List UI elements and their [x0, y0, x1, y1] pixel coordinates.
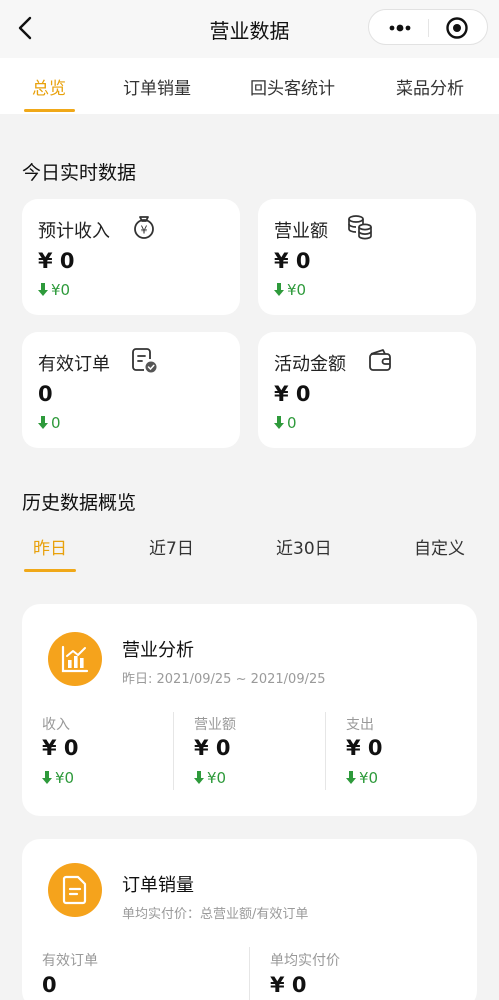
down-arrow-icon	[194, 771, 204, 784]
metric-label: 营业额	[194, 717, 236, 733]
capsule-divider	[428, 19, 429, 37]
card-label: 预计收入	[38, 221, 110, 242]
promotion-amount-card[interactable]: 活动金额 ¥ 0 0	[258, 332, 476, 448]
card-delta: 0	[38, 414, 61, 432]
history-section-title: 历史数据概览	[22, 492, 137, 514]
card-value: ¥ 0	[274, 249, 311, 273]
metric-label: 有效订单	[42, 953, 98, 969]
svg-text:¥: ¥	[141, 224, 148, 237]
turnover-card[interactable]: 营业额 ¥ 0 ¥0	[258, 199, 476, 315]
down-arrow-icon	[42, 771, 52, 784]
metric-delta: ¥0	[42, 769, 74, 787]
tab-yesterday[interactable]: 昨日	[33, 534, 67, 559]
down-arrow-icon	[274, 283, 284, 296]
realtime-section-title: 今日实时数据	[22, 162, 137, 184]
card-label: 营业额	[274, 221, 328, 242]
estimated-income-card[interactable]: 预计收入 ¥ ¥ 0 ¥0	[22, 199, 240, 315]
metric-value: 0	[42, 973, 57, 997]
card-title: 订单销量	[122, 875, 194, 896]
date-range: 昨日: 2021/09/25 ~ 2021/09/25	[122, 672, 326, 687]
order-check-icon	[132, 348, 157, 373]
metric-value: ¥ 0	[346, 736, 383, 760]
down-arrow-icon	[274, 416, 284, 429]
bar-chart-icon	[61, 645, 89, 673]
money-bag-icon: ¥	[134, 216, 154, 239]
card-value: 0	[38, 382, 53, 406]
card-label: 有效订单	[38, 354, 110, 375]
tab-overview[interactable]: 总览	[32, 74, 66, 99]
card-value: ¥ 0	[274, 382, 311, 406]
metric-divider	[325, 712, 326, 790]
top-tab-bar: 总览 订单销量 回头客统计 菜品分析	[0, 58, 499, 114]
more-dots-icon[interactable]	[385, 18, 415, 38]
metric-divider	[249, 947, 250, 1000]
down-arrow-icon	[346, 771, 356, 784]
metric-label: 收入	[42, 717, 70, 733]
document-icon	[62, 875, 87, 905]
history-tab-indicator	[24, 569, 76, 572]
tab-last-7-days[interactable]: 近7日	[149, 534, 194, 559]
metric-label: 支出	[346, 717, 374, 733]
coin-stack-icon	[348, 215, 372, 240]
formula-note: 单均实付价：总营业额/有效订单	[122, 907, 309, 922]
card-delta: ¥0	[274, 281, 306, 299]
tab-custom-range[interactable]: 自定义	[414, 534, 465, 559]
card-label: 活动金额	[274, 354, 346, 375]
mini-program-capsule	[368, 9, 488, 45]
wallet-icon	[369, 349, 391, 371]
card-value: ¥ 0	[38, 249, 75, 273]
business-analysis-card[interactable]: 营业分析 昨日: 2021/09/25 ~ 2021/09/25 收入 ¥ 0 …	[22, 604, 477, 816]
metric-value: ¥ 0	[270, 973, 307, 997]
tab-dish-analysis[interactable]: 菜品分析	[396, 74, 464, 99]
close-target-icon[interactable]	[445, 16, 469, 40]
tab-order-sales[interactable]: 订单销量	[123, 74, 191, 99]
metric-value: ¥ 0	[194, 736, 231, 760]
active-tab-indicator	[24, 109, 75, 112]
order-sales-card[interactable]: 订单销量 单均实付价：总营业额/有效订单 有效订单 0 单均实付价 ¥ 0	[22, 839, 477, 1000]
metric-value: ¥ 0	[42, 736, 79, 760]
card-delta: 0	[274, 414, 297, 432]
down-arrow-icon	[38, 283, 48, 296]
tab-last-30-days[interactable]: 近30日	[276, 534, 332, 559]
down-arrow-icon	[38, 416, 48, 429]
nav-bar: 营业数据	[0, 0, 499, 58]
tab-repeat-customers[interactable]: 回头客统计	[250, 74, 335, 99]
metric-divider	[173, 712, 174, 790]
orders-icon-circle	[48, 863, 102, 917]
analysis-icon-circle	[48, 632, 102, 686]
metric-delta: ¥0	[346, 769, 378, 787]
card-title: 营业分析	[122, 640, 194, 661]
metric-label: 单均实付价	[270, 953, 340, 969]
card-delta: ¥0	[38, 281, 70, 299]
valid-orders-card[interactable]: 有效订单 0 0	[22, 332, 240, 448]
metric-delta: ¥0	[194, 769, 226, 787]
